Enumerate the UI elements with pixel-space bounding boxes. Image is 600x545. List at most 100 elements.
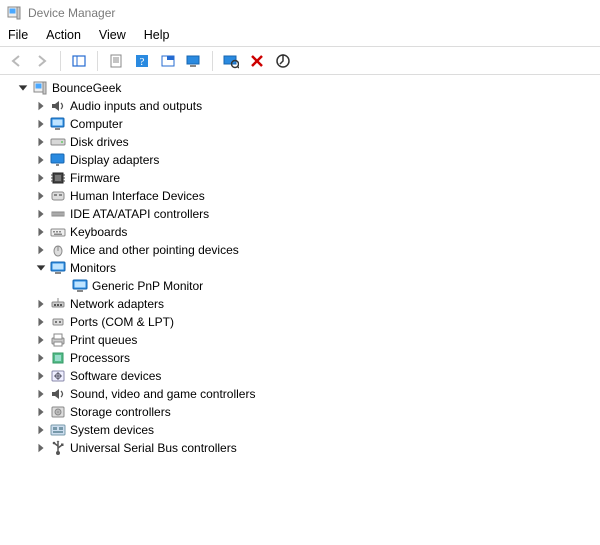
expand-icon[interactable]	[34, 315, 48, 329]
tree-category-computer[interactable]: Computer	[6, 115, 600, 133]
expand-icon[interactable]	[34, 351, 48, 365]
expand-icon[interactable]	[34, 243, 48, 257]
tree-category-usb[interactable]: Universal Serial Bus controllers	[6, 439, 600, 457]
tree-category-printq[interactable]: Print queues	[6, 331, 600, 349]
expand-icon[interactable]	[34, 423, 48, 437]
expand-icon[interactable]	[34, 225, 48, 239]
monitor-icon	[72, 278, 88, 294]
expand-icon[interactable]	[34, 117, 48, 131]
separator	[212, 51, 213, 71]
device-label: Generic PnP Monitor	[92, 277, 203, 295]
window-title: Device Manager	[28, 6, 115, 20]
separator	[60, 51, 61, 71]
printer-icon	[50, 332, 66, 348]
tree-category-system[interactable]: System devices	[6, 421, 600, 439]
mouse-icon	[50, 242, 66, 258]
category-label: Universal Serial Bus controllers	[70, 439, 237, 457]
menu-action[interactable]: Action	[46, 28, 81, 42]
tree-category-cpu[interactable]: Processors	[6, 349, 600, 367]
category-label: Computer	[70, 115, 123, 133]
category-label: Disk drives	[70, 133, 129, 151]
system-icon	[50, 422, 66, 438]
tree-category-sound[interactable]: Sound, video and game controllers	[6, 385, 600, 403]
category-label: Processors	[70, 349, 130, 367]
expand-icon[interactable]	[34, 333, 48, 347]
tree-category-disk[interactable]: Disk drives	[6, 133, 600, 151]
device-tree[interactable]: BounceGeek Audio inputs and outputs Comp…	[0, 75, 600, 457]
category-label: Sound, video and game controllers	[70, 385, 255, 403]
usb-icon	[50, 440, 66, 456]
expand-icon[interactable]	[34, 369, 48, 383]
separator	[97, 51, 98, 71]
network-icon	[50, 296, 66, 312]
tree-category-firmware[interactable]: Firmware	[6, 169, 600, 187]
computer-icon	[50, 116, 66, 132]
scan-hardware-button[interactable]	[219, 50, 243, 72]
back-button[interactable]	[4, 50, 28, 72]
menu-help[interactable]: Help	[144, 28, 170, 42]
expand-icon[interactable]	[34, 189, 48, 203]
chip-icon	[50, 170, 66, 186]
expand-icon[interactable]	[34, 441, 48, 455]
tree-category-keyboard[interactable]: Keyboards	[6, 223, 600, 241]
category-label: Print queues	[70, 331, 137, 349]
tree-device-pnp-monitor[interactable]: Generic PnP Monitor	[6, 277, 600, 295]
tree-category-network[interactable]: Network adapters	[6, 295, 600, 313]
port-icon	[50, 314, 66, 330]
computer-icon	[32, 80, 48, 96]
category-label: Storage controllers	[70, 403, 171, 421]
collapse-icon[interactable]	[34, 261, 48, 275]
expand-icon[interactable]	[34, 99, 48, 113]
tree-category-ide[interactable]: IDE ATA/ATAPI controllers	[6, 205, 600, 223]
tree-root[interactable]: BounceGeek	[6, 79, 600, 97]
category-label: Network adapters	[70, 295, 164, 313]
expand-icon[interactable]	[34, 171, 48, 185]
root-label: BounceGeek	[52, 79, 121, 97]
category-label: Firmware	[70, 169, 120, 187]
tree-category-storage[interactable]: Storage controllers	[6, 403, 600, 421]
collapse-icon[interactable]	[16, 81, 30, 95]
forward-button[interactable]	[30, 50, 54, 72]
tree-category-mouse[interactable]: Mice and other pointing devices	[6, 241, 600, 259]
tree-category-ports[interactable]: Ports (COM & LPT)	[6, 313, 600, 331]
tree-category-monitor[interactable]: Monitors	[6, 259, 600, 277]
expand-icon[interactable]	[34, 135, 48, 149]
help-button[interactable]	[130, 50, 154, 72]
menu-file[interactable]: File	[8, 28, 28, 42]
category-label: IDE ATA/ATAPI controllers	[70, 205, 209, 223]
title-bar: Device Manager	[0, 0, 600, 26]
category-label: System devices	[70, 421, 154, 439]
tree-category-audio[interactable]: Audio inputs and outputs	[6, 97, 600, 115]
action-pane-button[interactable]	[156, 50, 180, 72]
twisty-none	[56, 279, 70, 293]
tree-category-software[interactable]: Software devices	[6, 367, 600, 385]
display-icon	[50, 152, 66, 168]
cpu-icon	[50, 350, 66, 366]
keyboard-icon	[50, 224, 66, 240]
expand-icon[interactable]	[34, 405, 48, 419]
monitor-icon	[50, 260, 66, 276]
uninstall-button[interactable]	[245, 50, 269, 72]
speaker-icon	[50, 386, 66, 402]
properties-button[interactable]	[104, 50, 128, 72]
speaker-icon	[50, 98, 66, 114]
toolbar	[0, 47, 600, 75]
expand-icon[interactable]	[34, 387, 48, 401]
category-label: Display adapters	[70, 151, 159, 169]
expand-icon[interactable]	[34, 153, 48, 167]
tree-category-display[interactable]: Display adapters	[6, 151, 600, 169]
remote-computer-button[interactable]	[182, 50, 206, 72]
menu-view[interactable]: View	[99, 28, 126, 42]
menu-bar: File Action View Help	[0, 26, 600, 46]
show-hide-tree-button[interactable]	[67, 50, 91, 72]
update-driver-button[interactable]	[271, 50, 295, 72]
software-icon	[50, 368, 66, 384]
category-label: Software devices	[70, 367, 161, 385]
storage-icon	[50, 404, 66, 420]
disk-icon	[50, 134, 66, 150]
hid-icon	[50, 188, 66, 204]
category-label: Ports (COM & LPT)	[70, 313, 174, 331]
expand-icon[interactable]	[34, 297, 48, 311]
expand-icon[interactable]	[34, 207, 48, 221]
tree-category-hid[interactable]: Human Interface Devices	[6, 187, 600, 205]
